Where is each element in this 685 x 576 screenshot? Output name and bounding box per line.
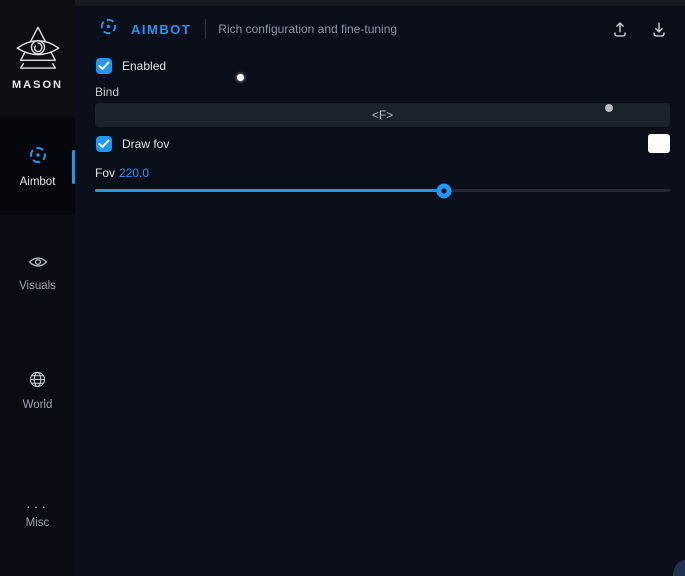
page-subtitle: Rich configuration and fine-tuning (218, 22, 397, 36)
fov-color-swatch[interactable] (648, 134, 670, 153)
cursor-dot (237, 74, 244, 81)
logo-wordmark: MASON (12, 79, 63, 91)
sidebar: MASON Aimbot Visuals (0, 0, 75, 576)
sidebar-item-label: Visuals (19, 280, 56, 292)
fov-label-text: Fov (95, 166, 115, 180)
sidebar-item-label: World (23, 399, 53, 411)
logo: MASON (0, 0, 75, 115)
section-header: AIMBOT Rich configuration and fine-tunin… (75, 6, 685, 52)
draw-fov-row: Draw fov (96, 136, 169, 152)
draw-fov-checkbox[interactable] (96, 136, 112, 152)
draw-fov-label: Draw fov (122, 137, 169, 151)
crosshair-icon (28, 145, 48, 170)
fov-slider-fill (95, 189, 444, 192)
crosshair-icon (99, 17, 118, 41)
download-icon[interactable] (649, 19, 669, 39)
sidebar-item-misc[interactable]: ··· Misc (0, 488, 75, 542)
ellipsis-icon: ··· (26, 501, 49, 511)
header-actions (610, 19, 669, 39)
main-panel: AIMBOT Rich configuration and fine-tunin… (75, 0, 685, 576)
enabled-row: Enabled (96, 58, 166, 74)
globe-icon (29, 371, 46, 393)
sidebar-item-aimbot[interactable]: Aimbot (0, 118, 75, 215)
enabled-label: Enabled (122, 59, 166, 73)
sidebar-item-label: Aimbot (20, 176, 56, 188)
enabled-checkbox[interactable] (96, 58, 112, 74)
sidebar-item-label: Misc (26, 517, 50, 529)
corner-artifact (673, 560, 685, 576)
bind-label: Bind (95, 85, 119, 99)
bind-keybind-field[interactable]: <F> (95, 103, 670, 127)
mason-pyramid-eye-icon (12, 24, 64, 74)
sidebar-item-world[interactable]: World (0, 364, 75, 418)
sidebar-item-visuals[interactable]: Visuals (0, 246, 75, 300)
cursor-trail-dot (605, 104, 613, 112)
upload-icon[interactable] (610, 19, 630, 39)
app-window: MASON Aimbot Visuals (0, 0, 685, 576)
eye-icon (28, 255, 48, 274)
page-title: AIMBOT (131, 22, 191, 37)
fov-value: 220.0 (119, 166, 149, 180)
fov-label: Fov 220.0 (95, 166, 149, 180)
fov-slider-handle[interactable] (437, 183, 452, 198)
header-divider (205, 19, 206, 39)
fov-slider[interactable] (95, 183, 670, 198)
